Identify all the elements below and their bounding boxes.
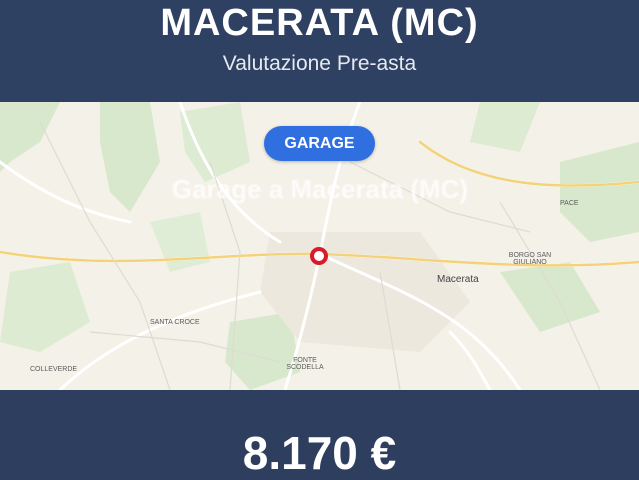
location-pin-icon[interactable] [310,247,328,265]
category-badge[interactable]: GARAGE [264,126,375,161]
page-subtitle: Valutazione Pre-asta [222,52,417,75]
map-watermark-text: Garage a Macerata (MC) [171,174,469,204]
map-label-borgo-san-giuliano: BORGO SAN GIULIANO [508,252,552,266]
price-value: 8.170 € [242,427,397,479]
page-header: MACERATA (MC) Valutazione Pre-asta [0,0,639,102]
map-label-santa-croce: SANTA CROCE [150,319,200,326]
page-title: MACERATA (MC) [160,2,479,44]
map-label-macerata: Macerata [437,274,479,285]
map-label-colleverde: COLLEVERDE [30,366,78,373]
map-label-pace: PACE [560,200,579,207]
map-label-fonte-scodella: FONTE SCODELLA [286,357,324,371]
